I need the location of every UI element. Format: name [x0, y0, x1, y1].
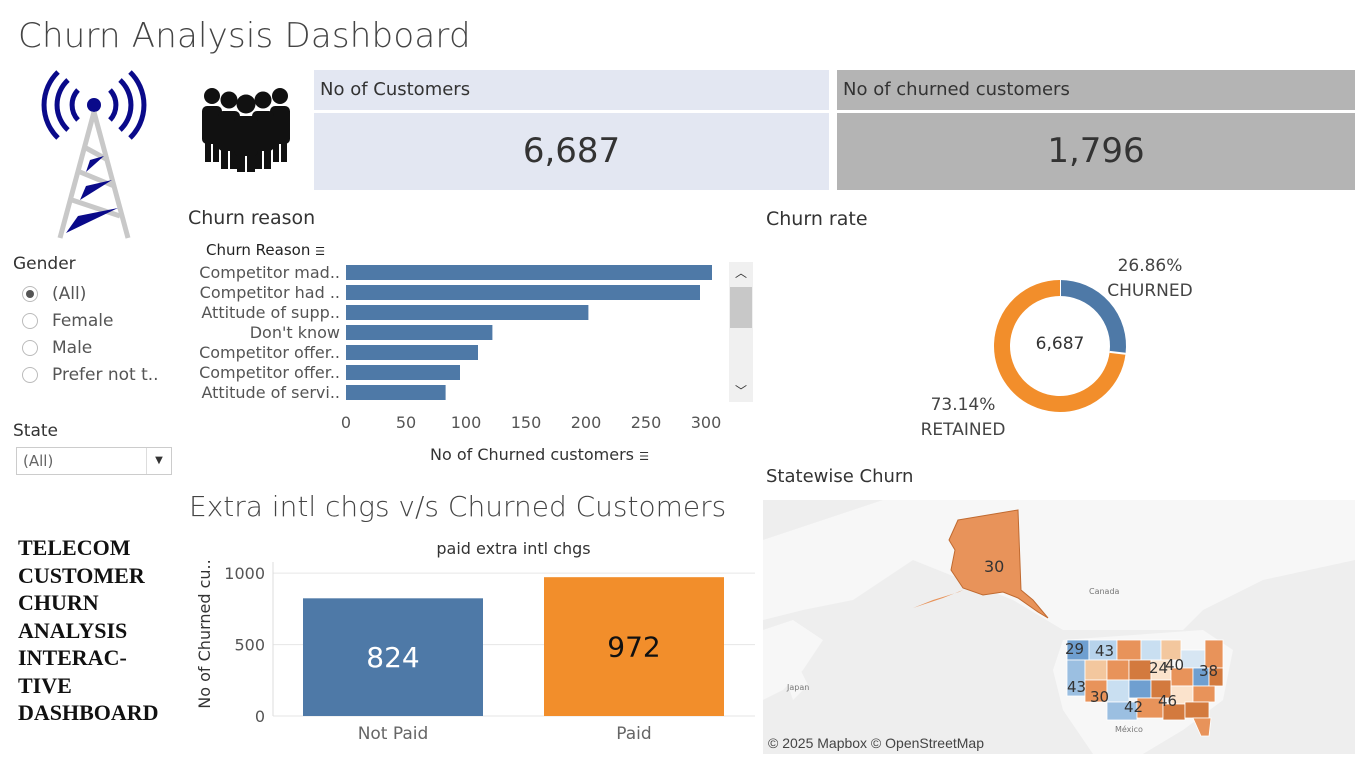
churn-reason-category-label: Don't know	[250, 323, 340, 342]
churn-reason-bar[interactable]	[346, 285, 700, 300]
churn-reason-bar[interactable]	[346, 325, 493, 340]
churn-reason-x-tick: 0	[341, 413, 351, 432]
map-label-canada: Canada	[1089, 587, 1120, 596]
churn-reason-category-label: Attitude of supp..	[201, 303, 340, 322]
churn-reason-x-tick: 200	[571, 413, 602, 432]
kpi-customers-label: No of Customers	[314, 70, 829, 110]
state-value-label: 30	[1090, 688, 1109, 706]
radio-icon[interactable]	[22, 339, 38, 356]
extra-chgs-y-axis-title: No of Churned cu..	[195, 559, 214, 709]
state-filter-label: State	[13, 421, 58, 441]
state-value-label: 29	[1065, 640, 1084, 658]
scrollbar-thumb[interactable]	[730, 287, 752, 328]
churn-reason-category-label: Competitor offer..	[199, 363, 340, 382]
extra-chgs-title: Extra intl chgs v/s Churned Customers	[189, 490, 727, 523]
state-value-label: 30	[984, 557, 1004, 576]
churn-reason-category-label: Competitor had ..	[200, 283, 340, 302]
churn-reason-category-label: Competitor offer..	[199, 343, 340, 362]
extra-chgs-chart: 0 500 1000 824 Not Paid 972 Paid	[215, 558, 760, 748]
churn-reason-scrollbar[interactable]: ︿ ﹀	[729, 262, 753, 402]
gender-option-female[interactable]: Female	[22, 307, 159, 334]
churn-reason-x-axis-title[interactable]: No of Churned customers ☰	[430, 445, 649, 464]
chevron-down-icon[interactable]: ▼	[146, 448, 171, 474]
sort-icon[interactable]: ☰	[639, 450, 649, 463]
map-title: Statewise Churn	[766, 466, 914, 487]
radio-icon[interactable]	[22, 312, 38, 329]
gender-option-all[interactable]: (All)	[22, 280, 159, 307]
churn-reason-x-tick: 250	[631, 413, 662, 432]
extra-chgs-y-tick: 1000	[224, 564, 265, 583]
churn-reason-bar[interactable]	[346, 345, 478, 360]
map-label-mexico: México	[1115, 724, 1143, 734]
churn-reason-category-label: Attitude of servi..	[201, 383, 340, 402]
churn-reason-bar[interactable]	[346, 265, 712, 280]
extra-chgs-category-label: Not Paid	[358, 724, 429, 744]
kpi-churned-label: No of churned customers	[837, 70, 1355, 110]
scroll-down-icon[interactable]: ﹀	[729, 380, 753, 402]
gender-option-male[interactable]: Male	[22, 334, 159, 361]
churn-reason-column-header[interactable]: Churn Reason ☰	[206, 241, 325, 259]
extra-chgs-bar-value-label: 824	[366, 641, 419, 674]
state-value-label: 40	[1165, 656, 1184, 674]
extra-chgs-category-label: Paid	[616, 724, 651, 744]
retained-annotation: 73.14% RETAINED	[920, 395, 1006, 440]
extra-chgs-subtitle: paid extra intl chgs	[436, 539, 591, 558]
kpi-customers-value: 6,687	[314, 113, 829, 190]
state-dropdown[interactable]: (All) ▼	[16, 447, 172, 475]
state-value-label: 43	[1095, 642, 1114, 660]
gender-option-prefer-not[interactable]: Prefer not t..	[22, 361, 159, 388]
state-value-label: 43	[1067, 678, 1086, 696]
churn-rate-title: Churn rate	[766, 208, 868, 230]
page-title: Churn Analysis Dashboard	[18, 16, 471, 56]
gender-filter-label: Gender	[13, 254, 76, 274]
churn-reason-x-tick: 300	[691, 413, 722, 432]
churn-reason-bar[interactable]	[346, 365, 460, 380]
radio-icon[interactable]	[22, 366, 38, 383]
churn-reason-bar[interactable]	[346, 385, 446, 400]
churn-reason-bar[interactable]	[346, 305, 589, 320]
churn-reason-chart: Competitor mad.. Competitor had .. Attitud…	[150, 260, 740, 435]
map-label-japan: Japan	[786, 683, 809, 692]
churn-reason-x-tick: 100	[451, 413, 482, 432]
map-attribution[interactable]: © 2025 Mapbox © OpenStreetMap	[768, 735, 984, 751]
churn-reason-title: Churn reason	[188, 207, 316, 229]
donut-center-total: 6,687	[1035, 334, 1085, 354]
state-value-label: 46	[1158, 692, 1177, 710]
telecom-tower-logo	[30, 68, 160, 244]
gender-filter: (All) Female Male Prefer not t..	[22, 280, 159, 388]
churn-reason-x-tick: 50	[396, 413, 416, 432]
sort-icon[interactable]: ☰	[315, 245, 325, 258]
kpi-churned-value: 1,796	[837, 113, 1355, 190]
churn-reason-x-tick: 150	[511, 413, 542, 432]
statewise-churn-map[interactable]: Canada Japan México 30 29 43 24 40 38 43…	[763, 500, 1355, 754]
people-group-icon	[198, 84, 294, 174]
extra-chgs-y-tick: 0	[255, 707, 265, 726]
radio-selected-icon[interactable]	[22, 285, 38, 302]
extra-chgs-bar-value-label: 972	[607, 631, 660, 664]
state-value-label: 38	[1199, 662, 1218, 680]
churned-annotation: 26.86% CHURNED	[1107, 256, 1193, 301]
extra-chgs-y-tick: 500	[234, 636, 265, 655]
churn-reason-category-label: Competitor mad..	[199, 263, 340, 282]
state-value-label: 42	[1124, 698, 1143, 716]
dashboard-description-text: TELECOM CUSTOMER CHURN ANALYSIS INTERAC-…	[18, 535, 159, 725]
scroll-up-icon[interactable]: ︿	[729, 262, 753, 284]
